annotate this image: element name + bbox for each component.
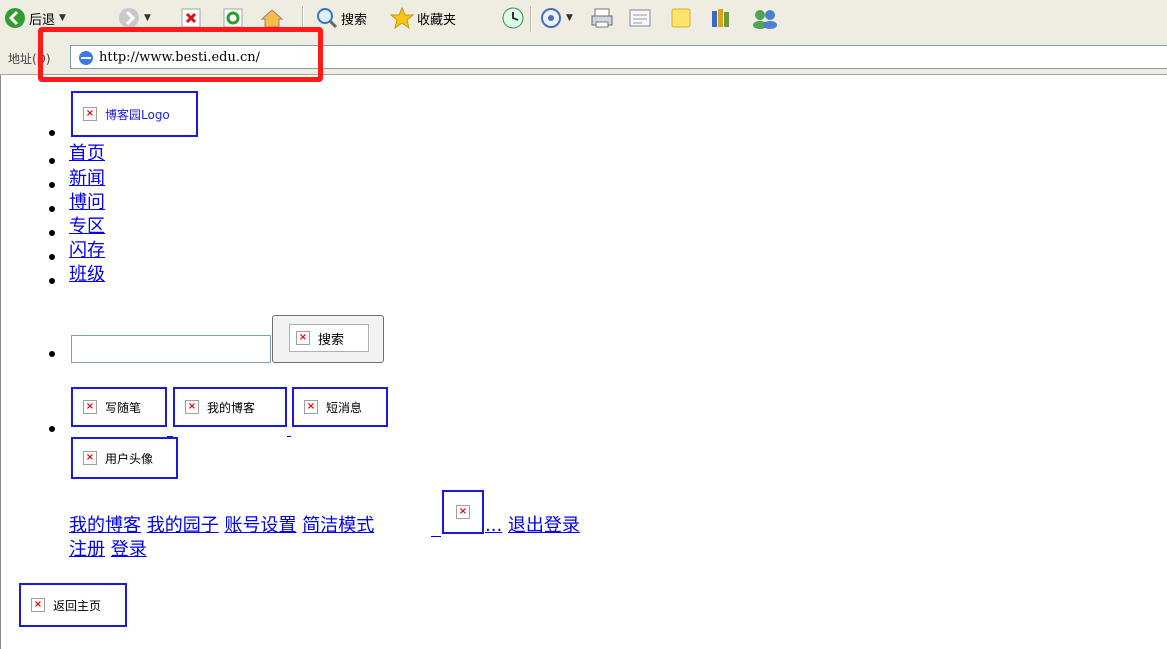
note-icon	[671, 8, 691, 28]
logout-link[interactable]: 退出登录	[508, 515, 580, 536]
auth-links-row: 注册 登录	[69, 539, 147, 561]
edit-page-icon	[629, 9, 651, 27]
broken-image-icon: ×	[185, 400, 199, 414]
url-highlight-box	[38, 27, 323, 82]
broken-image-icon: ×	[456, 505, 470, 519]
link-underline	[287, 436, 291, 437]
books-icon	[712, 9, 729, 27]
edit-button[interactable]	[628, 6, 652, 30]
forward-dropdown-icon[interactable]: ▼	[144, 13, 151, 23]
logo-alt-text: 博客园Logo	[105, 107, 170, 122]
mail-button[interactable]: ▼	[540, 6, 573, 30]
list-bullet	[49, 130, 55, 136]
list-bullet	[49, 158, 55, 164]
research-button[interactable]	[710, 6, 734, 30]
history-button[interactable]	[502, 6, 524, 30]
list-bullet	[49, 206, 55, 212]
nav-class-link[interactable]: 班级	[69, 264, 105, 286]
messenger-icon	[753, 10, 777, 29]
my-blog-link[interactable]: 我的博客	[69, 515, 141, 536]
list-bullet	[49, 230, 55, 236]
search-input[interactable]	[71, 335, 271, 363]
logout-row: ... 退出登录	[485, 515, 580, 537]
list-bullet	[49, 182, 55, 188]
write-post-button[interactable]: × 写随笔	[71, 387, 167, 427]
page-content: × 博客园Logo 首页 新闻 博问 专区 闪存 班级 × 搜索 × 写随笔 ×…	[0, 75, 1167, 649]
broken-image-icon: ×	[83, 451, 97, 465]
messenger-button[interactable]	[752, 6, 778, 30]
ellipsis-link[interactable]: ...	[485, 515, 502, 536]
list-bullet	[49, 351, 55, 357]
forward-arrow-icon	[119, 8, 139, 28]
nav-news-link[interactable]: 新闻	[69, 168, 105, 190]
back-dropdown-icon[interactable]: ▼	[59, 13, 66, 23]
search-button[interactable]: × 搜索	[272, 315, 384, 363]
search-toolbar-button[interactable]: 搜索	[316, 6, 367, 30]
nav-home-link[interactable]: 首页	[69, 143, 105, 165]
search-button-alt: 搜索	[318, 332, 345, 348]
toolbar-separator	[530, 6, 532, 32]
my-garden-link[interactable]: 我的园子	[147, 515, 219, 536]
nav-zone-link[interactable]: 专区	[69, 216, 105, 238]
history-icon	[502, 7, 524, 29]
mail-dropdown-icon[interactable]: ▼	[566, 13, 573, 23]
broken-image-icon: ×	[83, 400, 97, 414]
refresh-icon	[223, 8, 243, 28]
link-underline	[431, 536, 441, 537]
logo-image[interactable]: × 博客园Logo	[71, 91, 198, 137]
favorites-button[interactable]: 收藏夹	[390, 6, 456, 30]
broken-image-icon: ×	[304, 400, 318, 414]
broken-image-icon: ×	[31, 598, 45, 612]
home-icon	[260, 9, 284, 28]
broken-image-icon: ×	[83, 107, 97, 121]
list-bullet	[49, 254, 55, 260]
printer-icon	[591, 8, 613, 28]
search-button-image: × 搜索	[289, 324, 369, 352]
stop-icon	[181, 8, 201, 28]
user-menu-image[interactable]: ×	[442, 490, 484, 534]
my-blog-button[interactable]: × 我的博客	[173, 387, 287, 427]
list-bullet	[49, 426, 55, 432]
nav-flash-link[interactable]: 闪存	[69, 240, 105, 262]
avatar[interactable]: × 用户头像	[71, 437, 178, 479]
back-home-button[interactable]: × 返回主页	[19, 583, 127, 627]
register-link[interactable]: 注册	[69, 539, 105, 560]
login-link[interactable]: 登录	[111, 539, 147, 560]
simple-mode-link[interactable]: 简洁模式	[302, 515, 374, 536]
messages-button[interactable]: × 短消息	[292, 387, 388, 427]
back-arrow-icon	[5, 8, 25, 28]
account-settings-link[interactable]: 账号设置	[224, 515, 296, 536]
user-links-row: 我的博客 我的园子 账号设置 简洁模式	[69, 515, 374, 537]
print-button[interactable]	[590, 6, 614, 30]
magnifier-icon	[317, 8, 338, 29]
broken-image-icon: ×	[296, 331, 310, 345]
list-bullet	[49, 278, 55, 284]
star-icon	[390, 7, 414, 29]
mail-icon	[541, 8, 561, 28]
notes-button[interactable]	[670, 6, 692, 30]
nav-qa-link[interactable]: 博问	[69, 192, 105, 214]
